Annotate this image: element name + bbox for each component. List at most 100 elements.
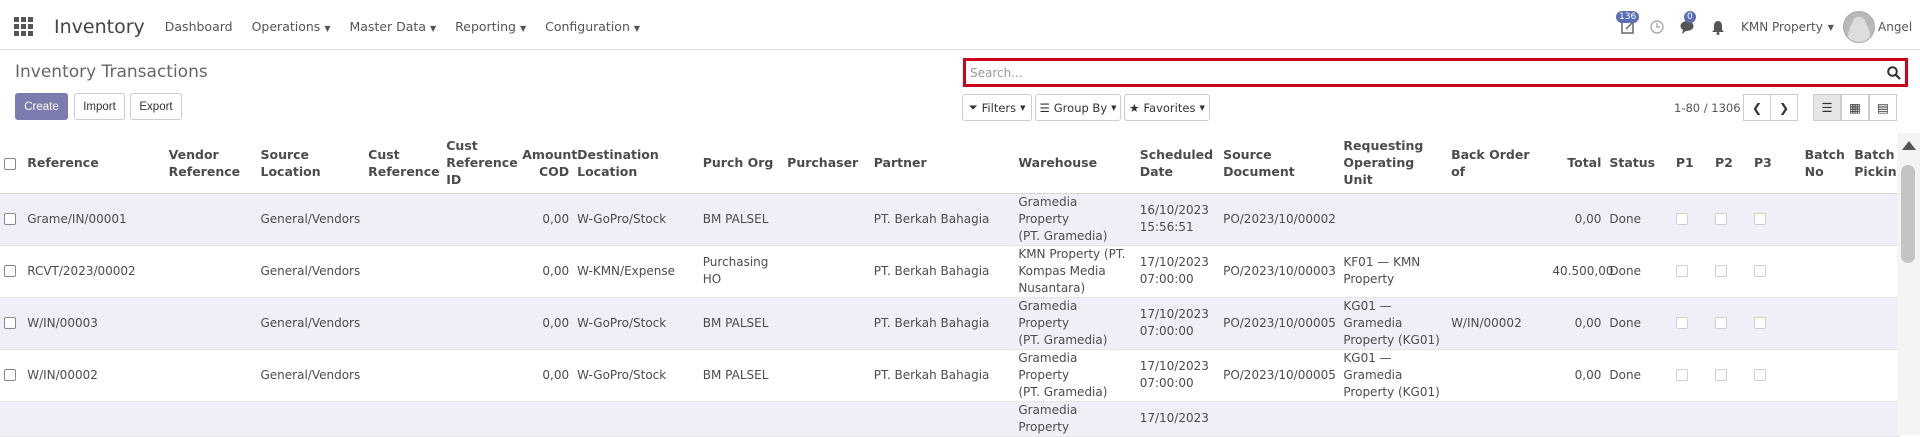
company-name: KMN Property	[1741, 20, 1823, 34]
table-row[interactable]: W/IN/00003 General/Vendors 0,00 W-GoPro/Sto…	[0, 297, 1900, 350]
app-brand[interactable]: Inventory	[54, 16, 145, 38]
pager-next-button[interactable]: ❯	[1770, 94, 1798, 121]
page-title: Inventory Transactions	[15, 62, 208, 82]
cell-amount-cod: 0,00	[518, 349, 574, 402]
import-button[interactable]: Import	[74, 93, 125, 120]
user-menu[interactable]: Angel	[1843, 4, 1912, 50]
cell-reference: W/IN/00002	[23, 349, 165, 402]
messages-icon[interactable]: 0	[1680, 4, 1697, 50]
list-view-button[interactable]: ☰	[1813, 94, 1841, 121]
column-header-batch-no[interactable]: Batch No	[1800, 133, 1851, 194]
nav-menu-label: Master Data	[349, 19, 426, 34]
cell-batch-no	[1800, 349, 1851, 402]
column-header-text: COD	[538, 163, 570, 179]
caret-down-icon: ▼	[1111, 103, 1117, 112]
column-header-text: Purchaser	[787, 155, 859, 171]
table-row[interactable]: Grame/IN/00001 General/Vendors 0,00 W-GoPro…	[0, 193, 1900, 246]
column-header-text: Unit	[1343, 172, 1373, 188]
nav-menu-configuration[interactable]: Configuration ▼	[545, 19, 640, 34]
cell-text-line: (PT. Gramedia)	[1018, 332, 1108, 347]
select-all-checkbox[interactable]	[4, 157, 16, 170]
cell-purchaser	[783, 297, 870, 350]
column-header-cust-ref-id[interactable]: Cust Reference ID	[442, 133, 519, 194]
cell-text-line: 15:56:51	[1139, 220, 1194, 234]
row-checkbox[interactable]	[4, 317, 16, 329]
column-header-text: Back Order of	[1451, 146, 1530, 179]
table-row[interactable]: W/IN/00002 General/Vendors 0,00 W-GoPro/Sto…	[0, 349, 1900, 402]
table-row[interactable]: RCVT/2023/00002 General/Vendors 0,00 W-KMN/…	[0, 245, 1900, 298]
row-select-cell	[0, 297, 24, 350]
cell-batch-picking	[1850, 349, 1900, 402]
cell-text-line: Gramedia Property	[1018, 350, 1078, 382]
cell-p1	[1671, 349, 1711, 402]
cell-status: Done	[1605, 245, 1672, 298]
column-header-reference[interactable]: Reference	[23, 133, 165, 194]
column-header-source-document[interactable]: Source Document	[1219, 133, 1340, 194]
column-header-cust-ref[interactable]: Cust Reference	[364, 133, 443, 194]
export-button[interactable]: Export	[130, 93, 182, 120]
cell-batch-no	[1800, 193, 1851, 246]
column-header-status[interactable]: Status	[1605, 133, 1672, 194]
search-icon[interactable]	[1887, 66, 1901, 80]
column-header-partner[interactable]: Partner	[869, 133, 1015, 194]
top-navbar: Inventory Dashboard Operations ▼ Master Dat…	[0, 4, 1920, 50]
row-select-cell	[0, 349, 24, 402]
pager-value[interactable]: 1-80 / 1306	[1674, 101, 1741, 115]
p3-checkbox	[1753, 369, 1766, 381]
column-header-p2[interactable]: P2	[1710, 133, 1750, 194]
pager-previous-button[interactable]: ❮	[1743, 94, 1771, 121]
filters-button[interactable]: ⏷ Filters ▼	[962, 94, 1032, 121]
cell-cust-ref	[364, 193, 443, 246]
kanban-view-button[interactable]: ▦	[1841, 94, 1869, 121]
row-checkbox[interactable]	[4, 369, 16, 381]
column-header-amount-cod[interactable]: Amount COD	[518, 133, 577, 194]
column-header-purch-org[interactable]: Purch Org	[698, 133, 784, 194]
cell-purch-org: Purchasing HO	[698, 245, 784, 298]
company-switcher[interactable]: KMN Property ▼	[1741, 4, 1834, 50]
column-header-back-order[interactable]: Back Order of	[1447, 133, 1549, 194]
table-row[interactable]: Gramedia Property 17/10/2023	[0, 401, 1900, 437]
column-header-scheduled-date[interactable]: Scheduled Date	[1135, 133, 1220, 194]
apps-menu-icon[interactable]	[14, 17, 34, 37]
column-header-text: Date	[1139, 163, 1173, 179]
user-name: Angel	[1878, 20, 1913, 34]
column-header-dest-location[interactable]: Destination Location	[573, 133, 699, 194]
cell-purchaser	[783, 349, 870, 402]
vertical-scrollbar[interactable]	[1897, 133, 1920, 435]
cell-warehouse: Gramedia Property (PT. Gramedia)	[1014, 193, 1136, 246]
calendar-view-button[interactable]: ▤	[1869, 94, 1897, 121]
scroll-up-icon[interactable]	[1902, 141, 1916, 150]
column-header-purchaser[interactable]: Purchaser	[783, 133, 870, 194]
nav-menu-dashboard[interactable]: Dashboard	[165, 19, 233, 34]
nav-menu-operations[interactable]: Operations ▼	[252, 19, 331, 34]
search-input[interactable]	[966, 61, 1866, 84]
column-header-warehouse[interactable]: Warehouse	[1014, 133, 1136, 194]
column-header-p3[interactable]: P3	[1749, 133, 1801, 194]
row-checkbox[interactable]	[4, 265, 16, 277]
scrollbar-thumb[interactable]	[1901, 165, 1915, 263]
nav-menu-master-data[interactable]: Master Data ▼	[349, 19, 436, 34]
p1-checkbox	[1675, 213, 1688, 225]
cell-text-line: 17/10/2023	[1139, 411, 1209, 425]
column-header-batch-picking[interactable]: Batch Picking	[1850, 133, 1906, 194]
row-checkbox[interactable]	[4, 213, 16, 225]
cell-cust-ref-id	[442, 349, 519, 402]
bell-icon[interactable]	[1711, 4, 1725, 50]
column-header-text: P1	[1675, 155, 1694, 171]
cell-total: 0,00	[1548, 297, 1606, 350]
favorites-button[interactable]: ★ Favorites ▼	[1124, 94, 1210, 121]
column-header-vendor-ref[interactable]: Vendor Reference	[164, 133, 257, 194]
create-button[interactable]: Create	[15, 93, 68, 120]
cell-partner: PT. Berkah Bahagia	[869, 297, 1015, 350]
column-header-p1[interactable]: P1	[1671, 133, 1711, 194]
cell-source-location: General/Vendors	[256, 245, 365, 298]
column-header-total[interactable]: Total	[1548, 133, 1606, 194]
star-icon: ★	[1129, 100, 1140, 115]
column-header-req-unit[interactable]: Requesting Operating Unit	[1339, 133, 1448, 194]
nav-menu-reporting[interactable]: Reporting ▼	[455, 19, 526, 34]
clock-icon[interactable]	[1650, 4, 1664, 50]
group-by-button[interactable]: ☰ Group By ▼	[1035, 94, 1121, 121]
column-header-source-location[interactable]: Source Location	[256, 133, 365, 194]
cell-amount-cod: 0,00	[518, 297, 574, 350]
activity-icon[interactable]: 136	[1616, 4, 1640, 50]
